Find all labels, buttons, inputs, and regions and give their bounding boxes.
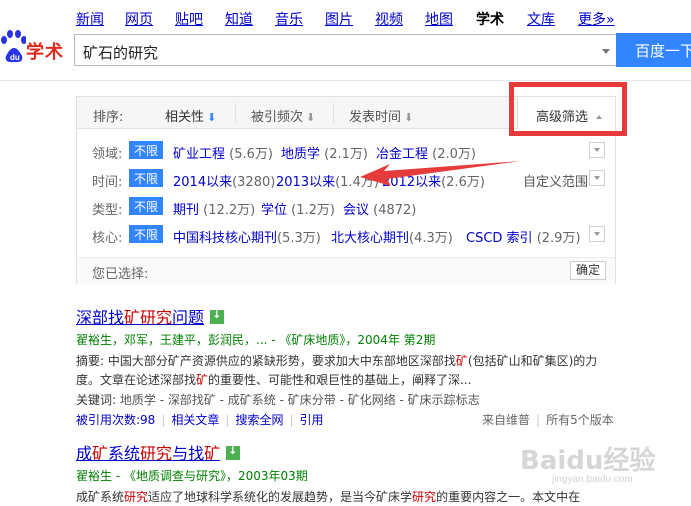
custom-range-link[interactable]: 自定义范围 (523, 171, 588, 190)
download-icon[interactable] (226, 444, 241, 460)
filter-label: 核心: (92, 231, 123, 246)
sort-down-arrow-icon: ⬇ (207, 111, 217, 124)
filter-unlimited-badge[interactable]: 不限 (129, 225, 164, 243)
nav-xueshu[interactable]: 学术 (476, 9, 504, 29)
result-title[interactable]: 深部找矿研究问题 (76, 308, 204, 327)
filter-row-field: 领域: 不限 矿业工程 (5.6万) 地质学 (2.1万) 冶金工程 (2.0万… (77, 141, 615, 162)
filter-row-type: 类型: 不限 期刊 (12.2万) 学位 (1.2万) 会议 (4872) (77, 197, 615, 218)
result-abstract: 摘要: 中国大部分矿产资源供应的紧缺形势，要求加大中东部地区深部找矿(包括矿山和… (76, 354, 598, 387)
related-articles-link[interactable]: 相关文章 (171, 413, 219, 427)
filter-label: 类型: (92, 203, 123, 218)
filter-option[interactable]: 中国科技核心期刊(5.3万) (173, 227, 321, 246)
filter-unlimited-badge[interactable]: 不限 (129, 197, 164, 215)
nav-web[interactable]: 网页 (125, 9, 153, 29)
filter-label: 领域: (92, 147, 123, 162)
filter-label: 时间: (92, 175, 123, 190)
all-versions-link[interactable]: 所有5个版本 (546, 413, 614, 427)
sort-down-arrow-icon: ⬇ (306, 111, 316, 124)
filter-row-time: 时间: 不限 2014以来(3280) 2013以来(1.4万) 2012以来(… (77, 169, 615, 190)
baidu-paw-icon: du (1, 30, 26, 63)
search-value: 矿石的研究 (83, 44, 159, 62)
result-title[interactable]: 成矿系统研究与找矿 (76, 444, 220, 463)
filter-option[interactable]: 期刊 (12.2万) (173, 199, 255, 218)
sort-down-arrow-icon: ⬇ (404, 111, 414, 124)
nav-news[interactable]: 新闻 (76, 9, 104, 29)
result-item: 深部找矿研究问题 翟裕生，邓军，王建平，彭润民，... - 《矿床地质》，200… (76, 304, 636, 429)
search-input[interactable]: 矿石的研究 (74, 34, 616, 66)
filter-expand-dropdown-icon[interactable] (589, 170, 605, 186)
search-suggest-caret-icon[interactable] (602, 49, 610, 54)
sort-citations[interactable]: 被引频次 ⬇ (251, 106, 315, 125)
sort-separator (333, 103, 334, 123)
watermark-url: jingyan.baidu.com (552, 474, 633, 485)
nav-more[interactable]: 更多» (578, 9, 615, 29)
svg-text:du: du (10, 53, 20, 62)
filter-option[interactable]: 2013以来(1.4万) (276, 171, 379, 190)
filter-option[interactable]: 学位 (1.2万) (261, 199, 335, 218)
nav-music[interactable]: 音乐 (275, 9, 303, 29)
filter-expand-dropdown-icon[interactable] (589, 226, 605, 242)
filter-expand-dropdown-icon[interactable] (589, 142, 605, 158)
baidu-jingyan-watermark: Baidu经验 (520, 446, 656, 476)
result-footer: 被引用次数:98 | 相关文章 | 搜索全网 | 引用 来自维普 | 所有5个版本 (76, 413, 614, 427)
filter-option[interactable]: 地质学 (2.1万) (281, 143, 368, 162)
filter-row-core: 核心: 不限 中国科技核心期刊(5.3万) 北大核心期刊(4.3万) CSCD … (77, 225, 615, 246)
filter-option[interactable]: 2012以来(2.6万) (382, 171, 485, 190)
sort-relevance[interactable]: 相关性 ⬇ (165, 106, 216, 125)
cited-count-link[interactable]: 被引用次数:98 (76, 413, 155, 427)
baidu-xueshu-logo[interactable]: du 学术 (0, 30, 63, 70)
filter-unlimited-badge[interactable]: 不限 (129, 169, 164, 187)
header-divider (0, 80, 691, 81)
sort-label: 排序: (93, 110, 124, 125)
filter-option[interactable]: CSCD 索引 (2.9万) (466, 227, 581, 246)
selected-filters-bar: 您已选择: 确定 (77, 257, 615, 284)
top-nav: 新闻 网页 贴吧 知道 音乐 图片 视频 地图 学术 文库 更多» (0, 0, 691, 34)
sort-publish-time[interactable]: 发表时间 ⬇ (349, 106, 413, 125)
filter-option[interactable]: 矿业工程 (5.6万) (173, 143, 273, 162)
filter-option[interactable]: 冶金工程 (2.0万) (376, 143, 476, 162)
nav-zhidao[interactable]: 知道 (225, 9, 253, 29)
nav-tieba[interactable]: 贴吧 (175, 9, 203, 29)
result-meta: 翟裕生，邓军，王建平，彭润民，... - 《矿床地质》，2004年 第2期 (76, 333, 436, 347)
filter-unlimited-badge[interactable]: 不限 (129, 141, 164, 159)
sort-separator (235, 103, 236, 123)
filter-option[interactable]: 会议 (4872) (343, 199, 416, 218)
nav-video[interactable]: 视频 (375, 9, 403, 29)
cite-link[interactable]: 引用 (300, 413, 324, 427)
filter-option[interactable]: 北大核心期刊(4.3万) (331, 227, 453, 246)
nav-wenku[interactable]: 文库 (527, 9, 555, 29)
confirm-button[interactable]: 确定 (570, 261, 606, 280)
download-icon[interactable] (210, 308, 225, 324)
search-button[interactable]: 百度一下 (616, 33, 691, 67)
logo-text: 学术 (26, 42, 64, 63)
highlight-box-annotation (509, 82, 627, 136)
nav-images[interactable]: 图片 (325, 9, 353, 29)
result-abstract: 成矿系统研究适应了地球科学系统化的发展趋势，是当今矿床学研究的重要内容之一。本文… (76, 490, 581, 504)
result-source: 来自维普 (482, 413, 531, 427)
search-web-link[interactable]: 搜索全网 (235, 413, 283, 427)
result-keywords: 关键词: 地质学 - 深部找矿 - 成矿系统 - 矿床分带 - 矿化网络 - 矿… (76, 393, 480, 407)
selected-label: 您已选择: (92, 267, 149, 282)
nav-map[interactable]: 地图 (425, 9, 453, 29)
filter-option[interactable]: 2014以来(3280) (173, 171, 275, 190)
